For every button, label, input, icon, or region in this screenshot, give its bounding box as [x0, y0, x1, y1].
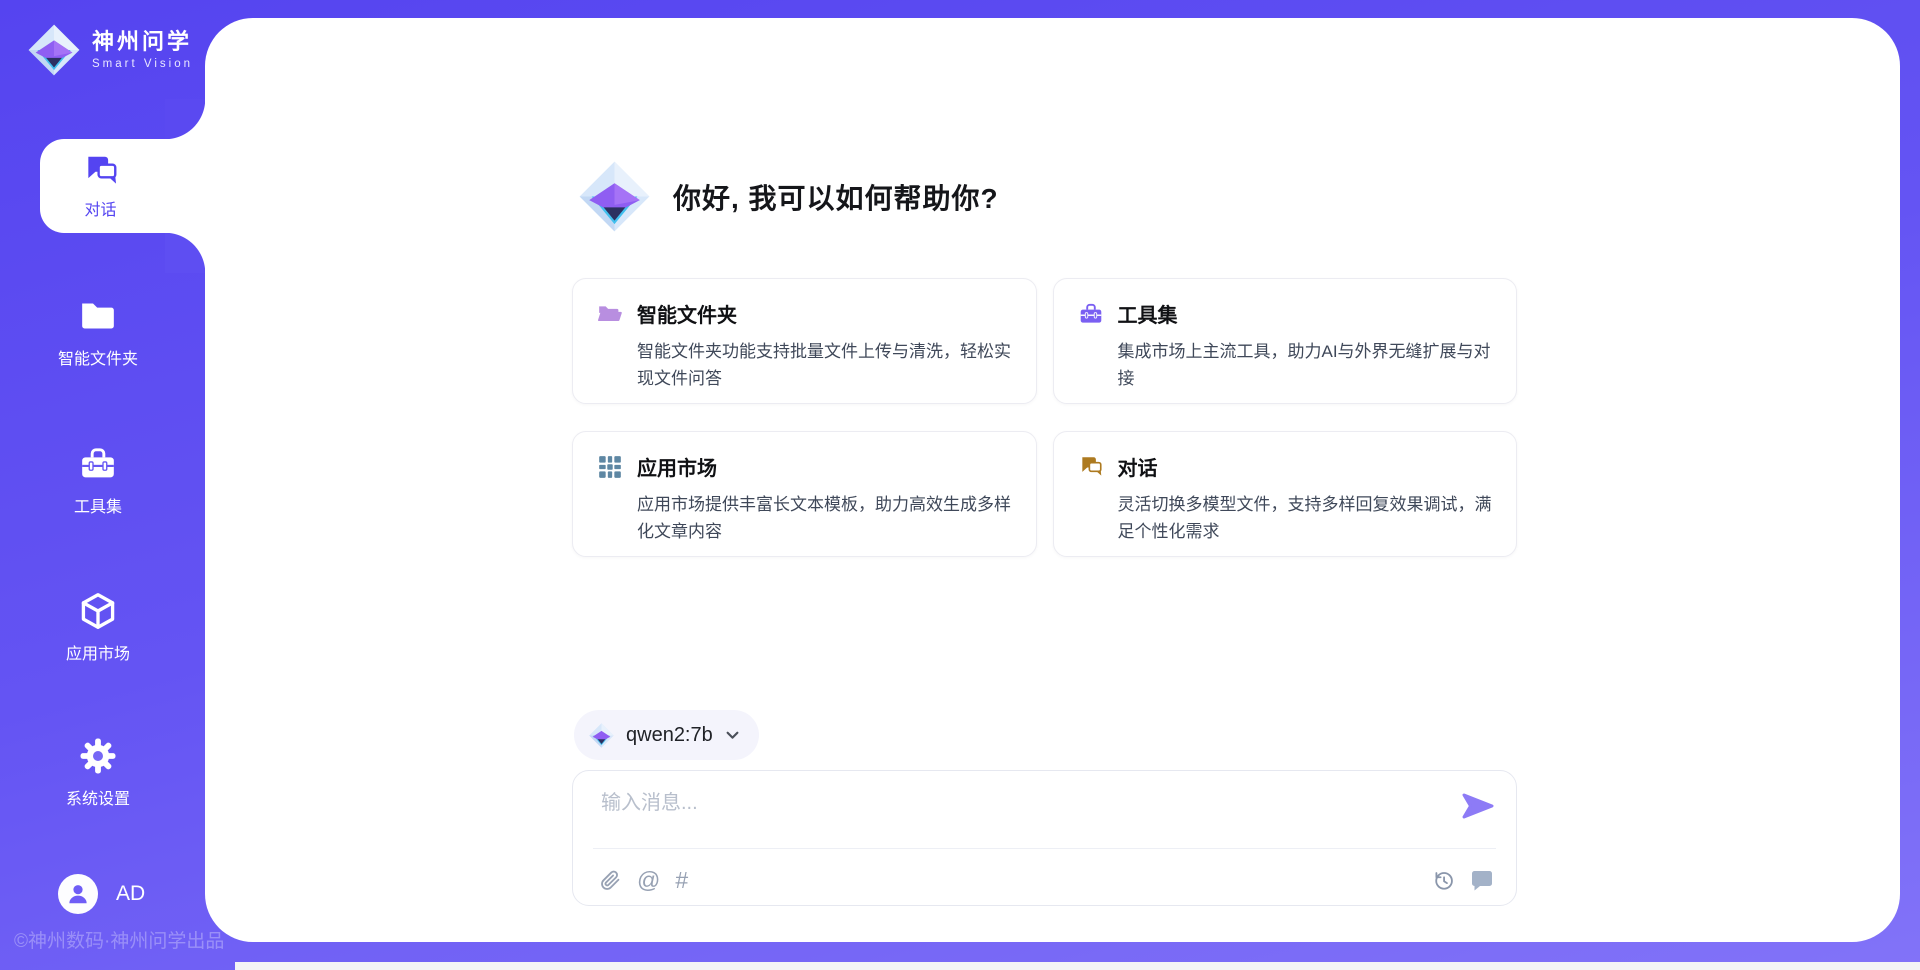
card-app-market[interactable]: 应用市场 应用市场提供丰富长文本模板，助力高效生成多样化文章内容	[572, 431, 1037, 557]
user-account[interactable]: AD	[58, 874, 145, 914]
card-description: 集成市场上主流工具，助力AI与外界无缝扩展与对接	[1118, 338, 1493, 392]
folder-icon	[78, 296, 118, 336]
cube-icon	[78, 591, 118, 631]
chevron-down-icon	[726, 731, 739, 740]
card-title: 智能文件夹	[637, 299, 737, 328]
tab-curve-bottom	[165, 233, 205, 273]
diamond-logo-icon	[26, 22, 82, 78]
sidebar-item-label: 对话	[84, 196, 116, 220]
card-toolset[interactable]: 工具集 集成市场上主流工具，助力AI与外界无缝扩展与对接	[1053, 278, 1518, 404]
brand-name: 神州问学	[92, 30, 193, 54]
toolbox-icon	[1078, 301, 1104, 327]
app-window: 神州问学 Smart Vision 对话 智能文件夹 工具集	[0, 0, 1920, 970]
card-title: 对话	[1118, 452, 1158, 481]
card-smart-folder[interactable]: 智能文件夹 智能文件夹功能支持批量文件上传与清洗，轻松实现文件问答	[572, 278, 1037, 404]
composer-divider	[593, 848, 1496, 849]
sidebar-item-label: 智能文件夹	[58, 345, 138, 369]
avatar	[58, 874, 98, 914]
chat-icon	[82, 152, 120, 190]
mention-icon[interactable]: @	[637, 869, 660, 892]
brand-logo-block: 神州问学 Smart Vision	[26, 22, 193, 78]
sidebar-item-label: 工具集	[74, 493, 122, 517]
hashtag-icon[interactable]: #	[675, 869, 688, 892]
card-chat[interactable]: 对话 灵活切换多模型文件，支持多样回复效果调试，满足个性化需求	[1053, 431, 1518, 557]
sidebar-item-label: 系统设置	[66, 785, 130, 809]
grid-icon	[597, 454, 623, 480]
user-name: AD	[116, 882, 145, 906]
card-title: 工具集	[1118, 299, 1178, 328]
brand-subtitle: Smart Vision	[92, 58, 193, 70]
person-icon	[65, 881, 91, 907]
model-name: qwen2:7b	[626, 724, 713, 747]
attach-icon[interactable]	[599, 869, 622, 892]
model-logo-icon	[588, 722, 615, 749]
sidebar-item-toolset[interactable]: 工具集	[0, 444, 196, 517]
card-description: 灵活切换多模型文件，支持多样回复效果调试，满足个性化需求	[1118, 491, 1493, 545]
chat-icon	[1078, 454, 1104, 480]
sidebar-item-app-market[interactable]: 应用市场	[0, 591, 196, 664]
greeting-text: 你好, 我可以如何帮助你?	[673, 177, 999, 217]
diamond-logo-icon	[576, 158, 653, 235]
card-title: 应用市场	[637, 452, 717, 481]
sidebar-item-label: 应用市场	[66, 640, 130, 664]
sidebar-item-smart-folder[interactable]: 智能文件夹	[0, 296, 196, 369]
composer-tools-right	[1432, 868, 1494, 892]
history-icon[interactable]	[1432, 869, 1455, 892]
sidebar-item-chat[interactable]: 对话	[40, 139, 205, 233]
model-selector[interactable]: qwen2:7b	[574, 710, 759, 760]
toolbox-icon	[78, 444, 118, 484]
copyright-text: ©神州数码·神州问学出品	[14, 926, 224, 953]
greeting-block: 你好, 我可以如何帮助你?	[576, 158, 999, 235]
horizontal-scrollbar[interactable]	[235, 962, 1920, 970]
feature-cards: 智能文件夹 智能文件夹功能支持批量文件上传与清洗，轻松实现文件问答 工具集 集成…	[572, 278, 1517, 557]
folder-open-icon	[597, 301, 623, 327]
gear-icon	[78, 736, 118, 776]
quick-phrase-icon[interactable]	[1470, 868, 1494, 892]
card-description: 应用市场提供丰富长文本模板，助力高效生成多样化文章内容	[637, 491, 1012, 545]
send-icon	[1462, 793, 1494, 819]
sidebar-item-settings[interactable]: 系统设置	[0, 736, 196, 809]
tab-curve-top	[165, 99, 205, 139]
message-composer: @ #	[572, 770, 1517, 906]
composer-tools-left: @ #	[599, 869, 688, 892]
card-description: 智能文件夹功能支持批量文件上传与清洗，轻松实现文件问答	[637, 338, 1012, 392]
message-input[interactable]	[599, 784, 1423, 844]
send-button[interactable]	[1462, 793, 1494, 819]
